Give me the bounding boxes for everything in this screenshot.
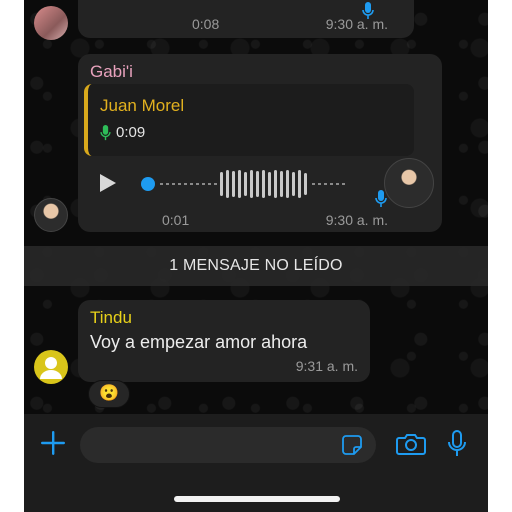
default-avatar[interactable] (34, 350, 68, 384)
waveform[interactable] (140, 164, 350, 204)
play-icon[interactable] (100, 174, 116, 192)
sender-name: Gabi'i (90, 62, 133, 81)
sender-name: Tindu (90, 308, 132, 327)
quoted-message[interactable]: Juan Morel 0:09 (84, 84, 414, 156)
voice-message-bubble[interactable]: Gabi'i Juan Morel 0:09 0:01 9:30 a. m. (78, 54, 442, 232)
reaction-badge[interactable]: 😮 (88, 380, 130, 408)
voice-duration: 0:08 (192, 16, 220, 32)
microphone-icon[interactable] (448, 430, 466, 463)
quoted-sender-name: Juan Morel (100, 96, 185, 115)
unread-messages-banner: 1 MENSAJE NO LEÍDO (24, 246, 488, 286)
microphone-icon (100, 125, 111, 146)
message-input-bar (24, 414, 488, 512)
person-icon (40, 357, 62, 379)
home-indicator (174, 496, 340, 502)
camera-icon[interactable] (396, 432, 426, 461)
message-time: 9:31 a. m. (295, 358, 358, 374)
sticker-icon[interactable] (342, 435, 362, 460)
message-text: Voy a empezar amor ahora (90, 332, 308, 352)
text-message-bubble[interactable]: Tindu Voy a empezar amor ahora 9:31 a. m… (78, 300, 370, 382)
voice-duration: 0:01 (162, 212, 190, 228)
message-time: 9:30 a. m. (325, 16, 388, 32)
microphone-icon (362, 2, 374, 25)
quoted-duration: 0:09 (116, 124, 146, 141)
voice-message-bubble[interactable]: 0:08 9:30 a. m. (78, 0, 414, 38)
plus-icon[interactable] (40, 430, 66, 461)
sender-avatar[interactable] (34, 6, 68, 40)
message-time: 9:30 a. m. (325, 212, 388, 228)
voice-sender-avatar (384, 158, 434, 208)
sender-avatar[interactable] (34, 198, 68, 232)
chat-screen: 0:08 9:30 a. m. Gabi'i Juan Morel 0:09 0… (24, 0, 488, 512)
message-input[interactable] (80, 427, 376, 463)
microphone-icon (375, 190, 387, 213)
